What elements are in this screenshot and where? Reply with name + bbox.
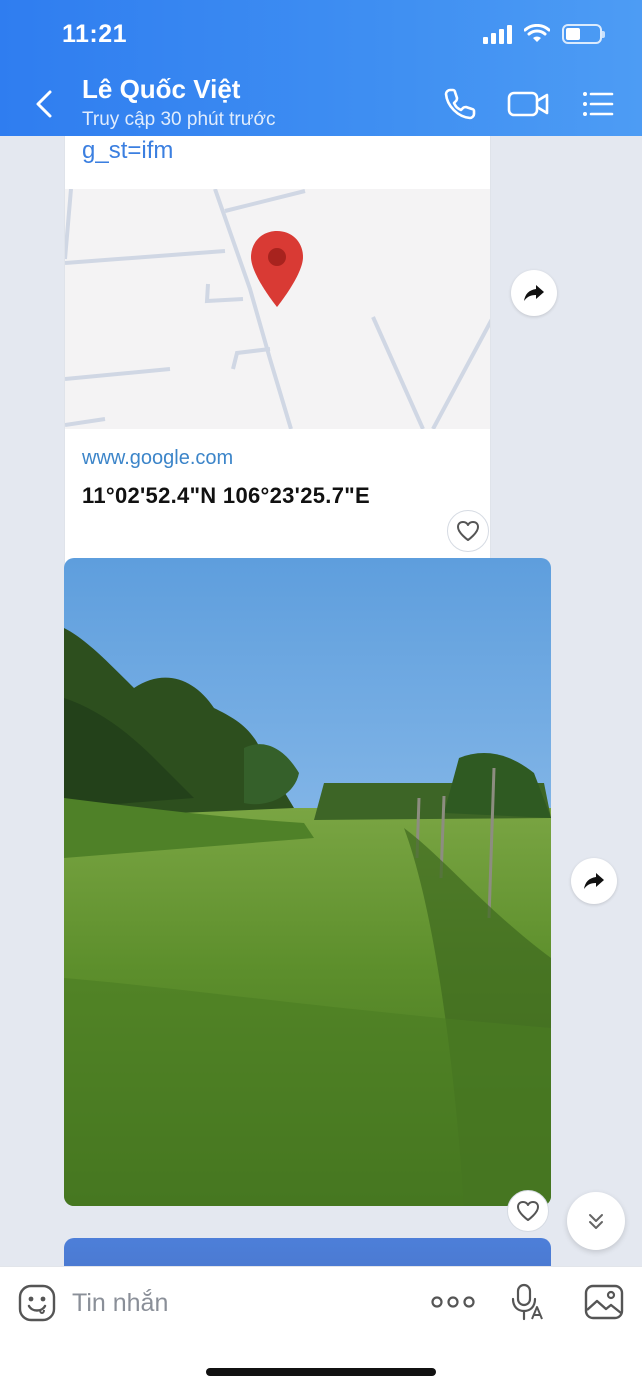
heart-icon xyxy=(457,521,479,541)
link-url[interactable]: g_st=ifm xyxy=(82,137,173,165)
link-domain[interactable]: www.google.com xyxy=(82,447,233,470)
chat-header: 11:21 Lê Quốc Việt Truy cập 30 phút trướ… xyxy=(0,0,642,136)
contact-name[interactable]: Lê Quốc Việt xyxy=(82,74,240,105)
map-thumbnail[interactable] xyxy=(65,189,491,429)
share-arrow-icon xyxy=(584,873,604,889)
home-indicator[interactable] xyxy=(206,1368,436,1376)
link-title[interactable]: 11°02'52.4"N 106°23'25.7"E xyxy=(82,483,370,509)
react-button[interactable] xyxy=(507,1190,549,1232)
next-message-preview[interactable] xyxy=(64,1238,551,1266)
double-chevron-down-icon xyxy=(589,1214,603,1229)
share-button[interactable] xyxy=(571,858,617,904)
wifi-icon xyxy=(524,24,550,42)
photo-message[interactable] xyxy=(64,558,551,1206)
share-arrow-icon xyxy=(524,285,544,301)
battery-icon xyxy=(562,24,605,44)
message-list[interactable]: g_st=ifm www.google.com 11°02'52.4"N 106… xyxy=(0,136,642,1266)
video-call-icon[interactable] xyxy=(506,84,550,124)
more-dots-icon[interactable] xyxy=(430,1289,476,1315)
scroll-to-bottom-button[interactable] xyxy=(567,1192,625,1250)
back-arrow-icon[interactable] xyxy=(28,86,58,122)
signal-icon xyxy=(483,24,512,44)
status-icons xyxy=(483,24,605,44)
react-button[interactable] xyxy=(447,510,489,552)
status-time: 11:21 xyxy=(62,20,128,48)
message-input[interactable] xyxy=(72,1285,402,1321)
share-button[interactable] xyxy=(511,270,557,316)
phone-icon[interactable] xyxy=(440,84,480,124)
menu-list-icon[interactable] xyxy=(578,84,618,124)
emoji-icon[interactable] xyxy=(18,1284,56,1322)
contact-status: Truy cập 30 phút trước xyxy=(82,109,276,130)
image-icon[interactable] xyxy=(584,1284,624,1320)
heart-icon xyxy=(517,1201,539,1221)
voice-mic-icon[interactable] xyxy=(508,1283,544,1321)
